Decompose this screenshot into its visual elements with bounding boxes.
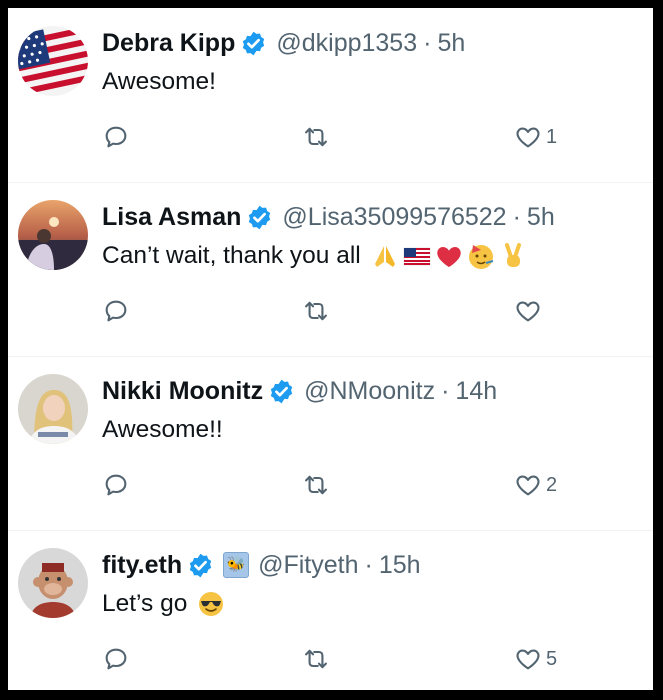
timestamp[interactable]: 5h — [437, 29, 465, 58]
verified-badge-icon — [246, 204, 273, 231]
verified-badge-icon — [187, 552, 214, 579]
blonde-woman-avatar[interactable] — [18, 374, 88, 444]
verified-badge-icon — [268, 378, 295, 405]
separator-dot: · — [441, 376, 450, 405]
reply-button[interactable] — [102, 296, 130, 326]
us-flag-avatar[interactable] — [18, 26, 88, 96]
tweet-header: Nikki Moonitz @NMoonitz · 14h — [102, 376, 497, 406]
tweet-actions: 1 — [102, 122, 642, 152]
us-flag-emoji — [403, 242, 431, 270]
tweet-text: Awesome!! — [102, 416, 223, 444]
like-button[interactable]: 1 — [514, 122, 557, 152]
tweet-header: fity.eth 🐝 @Fityeth · 15h — [102, 550, 421, 580]
tweet-text-content: Awesome! — [102, 68, 216, 95]
reply-tweet[interactable]: fity.eth 🐝 @Fityeth · 15h Let’s go 5 — [8, 530, 653, 690]
reply-tweet[interactable]: Debra Kipp @dkipp1353 · 5h Awesome! 1 — [8, 8, 653, 183]
separator-dot: · — [364, 550, 373, 579]
reply-tweet[interactable]: Lisa Asman @Lisa35099576522 · 5h Can’t w… — [8, 182, 653, 357]
tweet-text: Let’s go — [102, 590, 225, 618]
tweet-text-content: Awesome!! — [102, 416, 223, 443]
victory-hand-emoji — [499, 242, 527, 270]
heart-icon — [514, 297, 542, 325]
reply-icon — [102, 471, 130, 499]
tweet-header: Lisa Asman @Lisa35099576522 · 5h — [102, 202, 555, 232]
display-name[interactable]: fity.eth — [102, 551, 182, 580]
reply-icon — [102, 123, 130, 151]
display-name[interactable]: Debra Kipp — [102, 29, 235, 58]
timestamp[interactable]: 15h — [379, 551, 421, 580]
bee-affiliation-icon[interactable]: 🐝 — [223, 552, 250, 578]
tweet-text-content: Let’s go — [102, 590, 188, 617]
tweet-text: Awesome! — [102, 68, 216, 96]
separator-dot: · — [423, 28, 432, 57]
verified-badge-icon — [240, 30, 267, 57]
tweet-actions: 5 — [102, 644, 642, 674]
display-name[interactable]: Lisa Asman — [102, 203, 241, 232]
like-count: 2 — [546, 473, 558, 496]
tweet-text: Can’t wait, thank you all — [102, 242, 527, 270]
display-name[interactable]: Nikki Moonitz — [102, 377, 263, 406]
timestamp[interactable]: 5h — [527, 203, 555, 232]
replies-panel: Debra Kipp @dkipp1353 · 5h Awesome! 1 Li… — [8, 8, 653, 690]
tweet-text-content: Can’t wait, thank you all — [102, 242, 361, 269]
repost-icon — [302, 471, 330, 499]
repost-icon — [302, 645, 330, 673]
separator-dot: · — [512, 202, 521, 231]
reply-tweet[interactable]: Nikki Moonitz @NMoonitz · 14h Awesome!! … — [8, 356, 653, 531]
heart-icon — [514, 471, 542, 499]
like-button[interactable]: 2 — [514, 470, 557, 500]
like-count: 5 — [546, 647, 558, 670]
reply-icon — [102, 645, 130, 673]
user-handle[interactable]: @Lisa35099576522 — [282, 203, 506, 232]
folded-hands-emoji — [371, 242, 399, 270]
red-heart-emoji — [435, 242, 463, 270]
repost-button[interactable] — [302, 644, 330, 674]
heart-icon — [514, 123, 542, 151]
repost-button[interactable] — [302, 470, 330, 500]
tweet-actions — [102, 296, 642, 326]
like-count: 1 — [546, 125, 558, 148]
reply-icon — [102, 297, 130, 325]
tweet-actions: 2 — [102, 470, 642, 500]
reply-button[interactable] — [102, 122, 130, 152]
like-button[interactable] — [514, 296, 546, 326]
tweet-header: Debra Kipp @dkipp1353 · 5h — [102, 28, 465, 58]
repost-icon — [302, 123, 330, 151]
timestamp[interactable]: 14h — [455, 377, 497, 406]
heart-icon — [514, 645, 542, 673]
ape-nft-avatar[interactable] — [18, 548, 88, 618]
repost-icon — [302, 297, 330, 325]
sunset-portrait-avatar[interactable] — [18, 200, 88, 270]
like-button[interactable]: 5 — [514, 644, 557, 674]
reply-button[interactable] — [102, 470, 130, 500]
reply-button[interactable] — [102, 644, 130, 674]
user-handle[interactable]: @NMoonitz — [304, 377, 435, 406]
user-handle[interactable]: @dkipp1353 — [276, 29, 417, 58]
user-handle[interactable]: @Fityeth — [258, 551, 358, 580]
repost-button[interactable] — [302, 296, 330, 326]
repost-button[interactable] — [302, 122, 330, 152]
sunglasses-face-emoji — [197, 590, 225, 618]
partying-face-emoji — [467, 242, 495, 270]
